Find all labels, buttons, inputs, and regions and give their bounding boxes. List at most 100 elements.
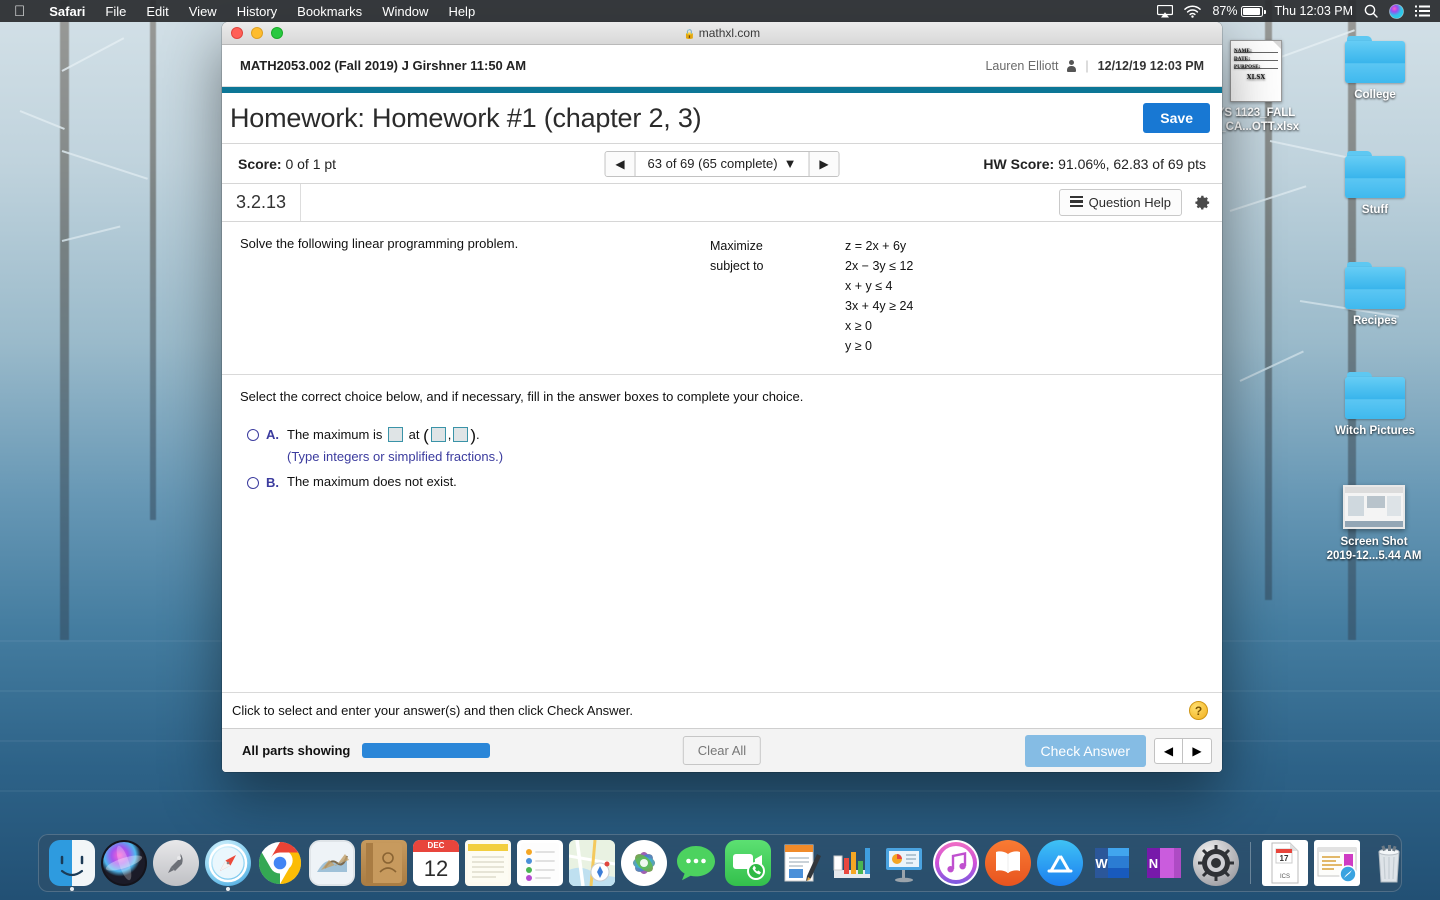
dock-item-maps[interactable] <box>567 838 617 888</box>
dock-item-finder[interactable] <box>47 838 97 891</box>
dock-item-safari[interactable] <box>203 838 253 891</box>
question-selector-dropdown[interactable]: 63 of 69 (65 complete) ▼ <box>635 151 809 176</box>
course-bar-right: Lauren Elliott | 12/12/19 12:03 PM <box>985 59 1204 73</box>
previous-question-button[interactable]: ◀ <box>605 151 636 176</box>
desktop-icon-witch-pictures[interactable]: Witch Pictures <box>1327 372 1423 438</box>
desktop-icon-screenshot[interactable]: Screen Shot 2019-12...5.44 AM <box>1326 485 1422 563</box>
answer-box-x[interactable] <box>430 427 446 442</box>
dock-item-contacts[interactable] <box>359 838 409 888</box>
chevron-down-icon: ▼ <box>783 156 797 171</box>
dock-item-webloc-file[interactable] <box>1312 838 1362 888</box>
dock-item-messages[interactable] <box>671 838 721 888</box>
dock-item-keynote[interactable] <box>879 838 929 888</box>
desktop-icon-label: Recipes <box>1352 315 1398 327</box>
menu-item-safari[interactable]: Safari <box>39 4 95 19</box>
menu-bar-clock[interactable]: Thu 12:03 PM <box>1274 4 1353 18</box>
pager-previous-button[interactable]: ◀ <box>1155 738 1183 763</box>
desktop-icon-label: Witch Pictures <box>1335 425 1415 437</box>
dock-item-facetime[interactable] <box>723 838 773 888</box>
question-id-bar: 3.2.13 Question Help <box>222 184 1222 222</box>
menu-item-history[interactable]: History <box>227 4 287 19</box>
desktop-icon-recipes[interactable]: Recipes <box>1327 262 1423 328</box>
divider: | <box>1085 58 1089 73</box>
spotlight-search-icon[interactable] <box>1364 4 1378 18</box>
menu-item-bookmarks[interactable]: Bookmarks <box>287 4 372 19</box>
answer-box-maximum[interactable] <box>387 427 403 442</box>
desktop-icon-label-line1: YS 1123_FALL <box>1216 107 1296 119</box>
running-indicator <box>226 887 230 891</box>
next-question-button[interactable]: ▶ <box>808 151 839 176</box>
menu-item-help[interactable]: Help <box>438 4 485 19</box>
wifi-icon[interactable] <box>1184 5 1202 18</box>
dock-item-trash[interactable] <box>1364 838 1414 888</box>
dock-item-system-preferences[interactable] <box>1191 838 1241 888</box>
dock-item-siri[interactable] <box>99 838 149 888</box>
desktop-icon-label: Stuff <box>1361 204 1389 216</box>
help-badge-icon[interactable]: ? <box>1189 701 1208 720</box>
notification-center-icon[interactable] <box>1415 5 1430 17</box>
lp-constraint: x + y ≤ 4 <box>845 279 893 293</box>
dock-item-chrome[interactable] <box>255 838 305 888</box>
svg-text:W: W <box>1095 856 1108 871</box>
dock-item-appstore[interactable] <box>1035 838 1085 888</box>
user-name[interactable]: Lauren Elliott <box>985 59 1058 73</box>
dock-item-calendar[interactable]: DEC 12 <box>411 838 461 888</box>
dock-item-onenote[interactable]: N <box>1139 838 1189 888</box>
person-icon[interactable] <box>1067 59 1077 72</box>
lp-constraint: 2x − 3y ≤ 12 <box>845 259 914 273</box>
save-button[interactable]: Save <box>1143 103 1210 133</box>
pager-next-button[interactable]: ▶ <box>1183 739 1211 763</box>
xlsx-file-icon: NAME: DATE: PURPOSE: XLSX <box>1230 40 1282 102</box>
dock-item-photos[interactable] <box>619 838 669 888</box>
folder-icon <box>1345 262 1405 309</box>
siri-icon[interactable] <box>1389 3 1404 19</box>
desktop-icon-stuff[interactable]: Stuff <box>1327 151 1423 217</box>
macos-dock: DEC 12 W N 17 ICS <box>38 834 1402 892</box>
menu-item-file[interactable]: File <box>95 4 136 19</box>
battery-status[interactable]: 87% <box>1212 4 1266 18</box>
problem-stem-text: Solve the following linear programming p… <box>240 236 519 251</box>
choice-a-radio[interactable] <box>247 429 259 441</box>
menu-item-edit[interactable]: Edit <box>136 4 178 19</box>
dock-item-numbers[interactable] <box>827 838 877 888</box>
lp-expressions: z = 2x + 6y 2x − 3y ≤ 12 x + y ≤ 4 3x + … <box>845 236 913 356</box>
dock-item-launchpad[interactable] <box>151 838 201 888</box>
dock-item-pages[interactable] <box>775 838 825 888</box>
address-bar[interactable]: 🔒 mathxl.com <box>222 26 1222 40</box>
dock-item-word[interactable]: W <box>1087 838 1137 888</box>
window-title-bar[interactable]: 🔒 mathxl.com <box>222 22 1222 45</box>
dock-item-itunes[interactable] <box>931 838 981 888</box>
airplay-icon[interactable] <box>1157 4 1174 18</box>
dock-item-reminders[interactable] <box>515 838 565 888</box>
mathxl-course-bar: MATH2053.002 (Fall 2019) J Girshner 11:5… <box>222 45 1222 87</box>
menu-item-view[interactable]: View <box>179 4 227 19</box>
apple-logo-icon[interactable]:  <box>0 4 39 19</box>
choice-b[interactable]: B. The maximum does not exist. <box>240 474 1204 490</box>
hw-score-display: HW Score: 91.06%, 62.83 of 69 pts <box>983 156 1206 172</box>
desktop-icon-label-line2: 9_CA...OTT.xlsx <box>1212 121 1300 133</box>
question-help-button[interactable]: Question Help <box>1058 189 1182 216</box>
lp-constraint: x ≥ 0 <box>845 319 873 333</box>
safari-browser-window: 🔒 mathxl.com MATH2053.002 (Fall 2019) J G… <box>222 22 1222 772</box>
dock-item-notes[interactable] <box>463 838 513 888</box>
clear-all-button[interactable]: Clear All <box>682 736 762 765</box>
desktop-icon-college[interactable]: College <box>1327 36 1423 102</box>
dock-item-ics-file[interactable]: 17 ICS <box>1260 838 1310 888</box>
menu-item-window[interactable]: Window <box>372 4 438 19</box>
session-timestamp: 12/12/19 12:03 PM <box>1097 58 1204 73</box>
lp-labels: Maximize subject to <box>710 236 845 356</box>
answer-box-y[interactable] <box>453 427 469 442</box>
choice-b-radio[interactable] <box>247 477 259 489</box>
dock-item-books[interactable] <box>983 838 1033 888</box>
score-value: 0 of 1 pt <box>285 155 337 172</box>
choice-a[interactable]: A. The maximum is at (,). (Type integers… <box>240 426 1204 464</box>
menu-bar-status-area: 87% Thu 12:03 PM <box>1157 3 1440 19</box>
part-pager: ◀ ▶ <box>1154 737 1212 764</box>
check-answer-button[interactable]: Check Answer <box>1024 734 1146 767</box>
dock-item-mail[interactable] <box>307 838 357 888</box>
running-indicator <box>70 887 74 891</box>
gear-icon[interactable] <box>1192 193 1212 213</box>
homework-title-bar: Homework: Homework #1 (chapter 2, 3) Sav… <box>222 93 1222 144</box>
desktop-icon-xlsx-file[interactable]: NAME: DATE: PURPOSE: XLSX YS 1123_FALL 9… <box>1208 40 1304 134</box>
xlsx-field-date: DATE: <box>1234 53 1278 62</box>
